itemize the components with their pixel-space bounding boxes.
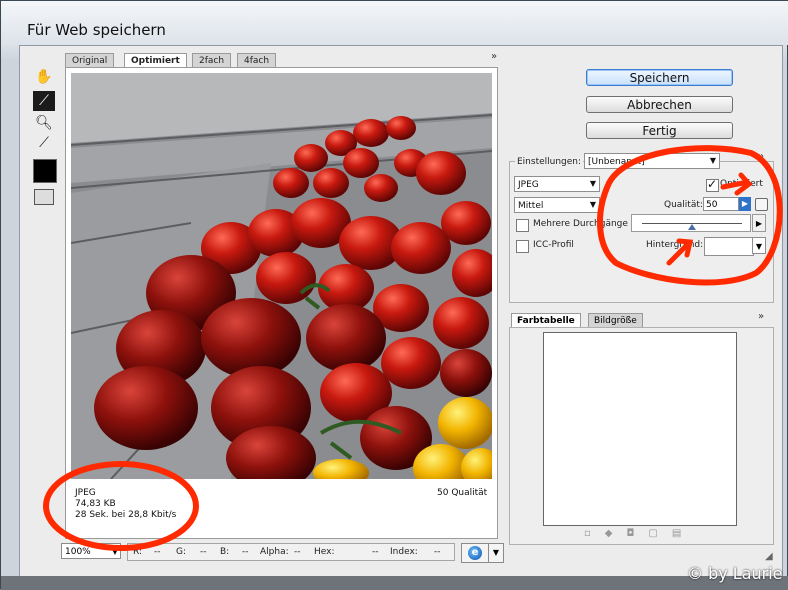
- tab-2up[interactable]: 2fach: [192, 53, 232, 68]
- lock-color-icon[interactable]: ◘: [626, 528, 648, 539]
- eyedropper-tool-icon[interactable]: ⟋: [33, 133, 55, 153]
- icc-profile-label: ICC-Profil: [533, 240, 574, 250]
- hex-label: Hex:: [314, 547, 335, 557]
- preview-quality-info: 50 Qualität: [437, 488, 488, 498]
- lock-icon[interactable]: ◆: [605, 528, 627, 539]
- cancel-button[interactable]: Abbrechen: [586, 96, 733, 113]
- g-value: --: [200, 547, 207, 557]
- progressive-label: Mehrere Durchgänge: [533, 219, 628, 229]
- matte-label: Hintergrund:: [646, 240, 704, 250]
- optimized-label: Optimiert: [720, 179, 763, 189]
- r-value: --: [154, 547, 161, 557]
- chevron-down-icon: ▼: [709, 156, 717, 165]
- alpha-label: Alpha:: [260, 547, 289, 557]
- r-label: R:: [133, 547, 143, 557]
- window-frame-bottom: [1, 576, 788, 590]
- quality-slider-toggle[interactable]: ▶: [739, 197, 751, 211]
- preview-file-size: 74,83 KB: [75, 499, 116, 509]
- optimized-checkbox[interactable]: [706, 177, 719, 192]
- color-table-grid[interactable]: [543, 332, 737, 526]
- color-table-menu-icon[interactable]: »: [758, 311, 764, 322]
- resize-grip-icon[interactable]: ◢: [765, 551, 773, 562]
- icc-profile-checkbox[interactable]: [516, 240, 529, 253]
- tab-color-table[interactable]: Farbtabelle: [511, 313, 581, 328]
- preview-in-browser-button[interactable]: e: [461, 543, 489, 563]
- index-value: --: [434, 547, 441, 557]
- save-button[interactable]: Speichern: [586, 69, 733, 86]
- matte-dropdown-icon[interactable]: ▼: [752, 237, 766, 254]
- browser-menu-button[interactable]: ▼: [488, 543, 504, 563]
- tab-4up[interactable]: 4fach: [237, 53, 277, 68]
- zoom-select[interactable]: 100% ▼: [61, 543, 121, 559]
- preview-menu-icon[interactable]: »: [491, 51, 497, 62]
- b-value: --: [242, 547, 249, 557]
- save-for-web-window: Für Web speichern ✋ ⟋ 🔍︎ ⟋ Original Opti…: [0, 0, 788, 590]
- quality-value: 50: [706, 200, 718, 210]
- index-label: Index:: [390, 547, 418, 557]
- quality-label: Qualität:: [664, 200, 703, 210]
- quality-slider[interactable]: [631, 214, 751, 232]
- preview-download-time: 28 Sek. bei 28,8 Kbit/s: [75, 510, 177, 520]
- eyedropper-color-icon[interactable]: [33, 159, 57, 183]
- tab-image-size[interactable]: Bildgröße: [588, 313, 643, 328]
- browser-icon: e: [468, 546, 482, 560]
- quality-preset-value: Mittel: [518, 201, 544, 211]
- new-color-icon[interactable]: ▢: [648, 528, 671, 539]
- format-select[interactable]: JPEG ▼: [514, 176, 600, 192]
- slice-select-tool-icon[interactable]: ⟋: [33, 91, 55, 111]
- settings-label: Einstellungen:: [515, 157, 584, 167]
- slider-thumb[interactable]: [688, 224, 696, 230]
- slider-arrow-icon[interactable]: ▶: [752, 214, 766, 232]
- quality-preset-select[interactable]: Mittel ▼: [514, 197, 600, 213]
- hand-tool-icon[interactable]: ✋: [33, 67, 55, 87]
- progressive-checkbox[interactable]: [516, 219, 529, 232]
- tab-original[interactable]: Original: [65, 53, 115, 68]
- trash-icon[interactable]: ▤: [672, 528, 695, 539]
- preview-image[interactable]: [71, 73, 492, 479]
- preset-value: [Unbenannt]: [588, 157, 645, 167]
- done-button[interactable]: Fertig: [586, 122, 733, 139]
- color-table-toolbar: ▫◆◘▢▤: [584, 528, 695, 539]
- quality-input[interactable]: 50: [703, 197, 739, 211]
- zoom-tool-icon[interactable]: 🔍︎: [33, 113, 55, 133]
- hex-value: --: [372, 547, 379, 557]
- matte-color-swatch[interactable]: [704, 237, 754, 256]
- color-readout: R: -- G: -- B: -- Alpha: -- Hex: -- Inde…: [127, 543, 455, 561]
- toggle-slices-icon[interactable]: [34, 189, 54, 205]
- quality-mask-icon[interactable]: [755, 198, 768, 211]
- preset-select[interactable]: [Unbenannt] ▼: [584, 153, 720, 169]
- web-snap-icon[interactable]: ▫: [584, 528, 605, 539]
- chevron-down-icon: ▼: [589, 179, 597, 188]
- window-title: Für Web speichern: [27, 21, 166, 39]
- alpha-value: --: [294, 547, 301, 557]
- title-bar: Für Web speichern: [1, 1, 788, 45]
- chevron-down-icon: ▼: [111, 547, 118, 556]
- preview-info: JPEG 74,83 KB 28 Sek. bei 28,8 Kbit/s: [75, 488, 176, 521]
- g-label: G:: [176, 547, 187, 557]
- b-label: B:: [220, 547, 230, 557]
- chevron-down-icon: ▼: [589, 200, 597, 209]
- zoom-value: 100%: [65, 547, 91, 557]
- settings-menu-icon[interactable]: »: [758, 151, 764, 162]
- watermark: © by Laurie: [687, 564, 783, 583]
- preview-format: JPEG: [75, 488, 96, 498]
- format-value: JPEG: [518, 180, 539, 190]
